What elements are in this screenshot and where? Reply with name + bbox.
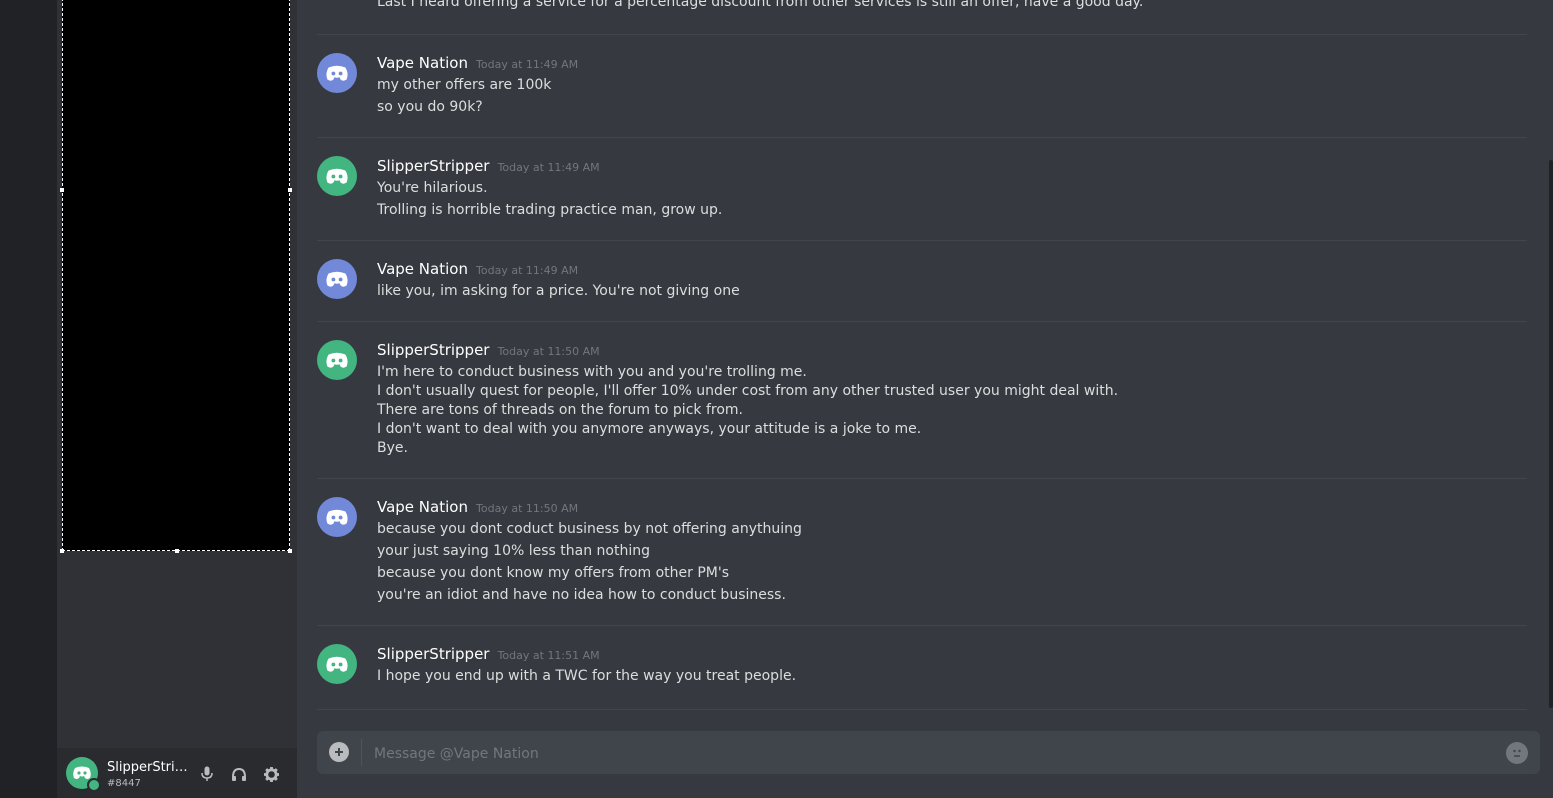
headphones-icon — [232, 767, 246, 781]
message-timestamp: Today at 11:50 AM — [497, 345, 600, 358]
discord-logo-icon — [326, 65, 348, 81]
avatar[interactable] — [317, 497, 357, 537]
message-line: so you do 90k? — [377, 99, 483, 115]
message-composer — [317, 731, 1540, 776]
message-line: you're an idiot and have no idea how to … — [377, 587, 786, 603]
message-line: I don't usually quest for people, I'll o… — [377, 383, 1119, 399]
message-divider — [317, 709, 1527, 710]
chat-scrollbar[interactable] — [1549, 160, 1553, 708]
message-timestamp: Today at 11:49 AM — [476, 264, 579, 277]
discord-logo-icon — [73, 766, 91, 779]
message-line: because you dont coduct business by not … — [377, 521, 802, 537]
dm-sidebar: SlipperStripp... #8447 — [57, 0, 297, 798]
discord-logo-icon — [326, 509, 348, 525]
user-panel: SlipperStripp... #8447 — [57, 748, 297, 798]
server-list — [0, 0, 57, 798]
message-divider — [317, 240, 1527, 241]
avatar[interactable] — [317, 340, 357, 380]
message-line: You're hilarious. — [377, 180, 488, 196]
user-discriminator: #8447 — [107, 778, 141, 789]
discord-logo-icon — [326, 271, 348, 287]
mute-button[interactable] — [197, 764, 217, 784]
message-divider — [317, 137, 1527, 138]
message-line: my other offers are 100k — [377, 77, 552, 93]
message-line: your just saying 10% less than nothing — [377, 543, 651, 559]
online-status-dot — [87, 778, 101, 792]
selection-handle — [175, 549, 179, 553]
message-author[interactable]: SlipperStripper — [377, 645, 489, 663]
message-line: Trolling is horrible trading practice ma… — [377, 202, 723, 218]
avatar[interactable] — [317, 259, 357, 299]
avatar[interactable] — [317, 644, 357, 684]
message-timestamp: Today at 11:49 AM — [497, 161, 600, 174]
message-timestamp: Today at 11:49 AM — [476, 58, 579, 71]
message-author[interactable]: SlipperStripper — [377, 157, 489, 175]
attach-file-button[interactable] — [329, 742, 349, 762]
message-divider — [317, 321, 1527, 322]
selection-handle — [60, 188, 64, 192]
discord-logo-icon — [326, 352, 348, 368]
microphone-icon — [201, 766, 213, 781]
selection-handle — [60, 549, 64, 553]
selection-handle — [288, 549, 292, 553]
message-author[interactable]: Vape Nation — [377, 260, 468, 278]
chat-area: Last I heard offering a service for a pe… — [297, 0, 1553, 798]
message-timestamp: Today at 11:51 AM — [497, 649, 600, 662]
message-author[interactable]: Vape Nation — [377, 54, 468, 72]
user-name: SlipperStripp... — [107, 760, 193, 775]
deafen-button[interactable] — [229, 764, 249, 784]
message-divider — [317, 34, 1527, 35]
discord-logo-icon — [326, 656, 348, 672]
discord-app: SlipperStripp... #8447 — [0, 0, 1553, 798]
message-line: like you, im asking for a price. You're … — [377, 283, 740, 299]
message-author[interactable]: Vape Nation — [377, 498, 468, 516]
redacted-region — [60, 0, 292, 553]
discord-logo-icon — [326, 168, 348, 184]
message-divider — [317, 625, 1527, 626]
message-line: I don't want to deal with you anymore an… — [377, 421, 922, 437]
message-line: Bye. — [377, 440, 408, 456]
message-timestamp: Today at 11:50 AM — [476, 502, 579, 515]
user-settings-button[interactable] — [261, 764, 281, 784]
avatar[interactable] — [317, 53, 357, 93]
message-line: because you dont know my offers from oth… — [377, 565, 730, 581]
message-input[interactable] — [372, 731, 1496, 776]
selection-handle — [288, 188, 292, 192]
settings-gear-icon — [263, 766, 279, 782]
avatar[interactable] — [317, 156, 357, 196]
emoji-face-icon — [1513, 749, 1521, 757]
message-author[interactable]: SlipperStripper — [377, 341, 489, 359]
message-line-partial: Last I heard offering a service for a pe… — [377, 0, 1144, 10]
message-list[interactable]: Last I heard offering a service for a pe… — [317, 0, 1527, 710]
message-line: I hope you end up with a TWC for the way… — [377, 668, 797, 684]
message-divider — [317, 478, 1527, 479]
message-line: I'm here to conduct business with you an… — [377, 364, 807, 380]
emoji-picker-button[interactable] — [1506, 742, 1528, 764]
plus-icon — [335, 748, 343, 756]
message-line: There are tons of threads on the forum t… — [377, 402, 743, 418]
composer-divider — [361, 739, 362, 766]
